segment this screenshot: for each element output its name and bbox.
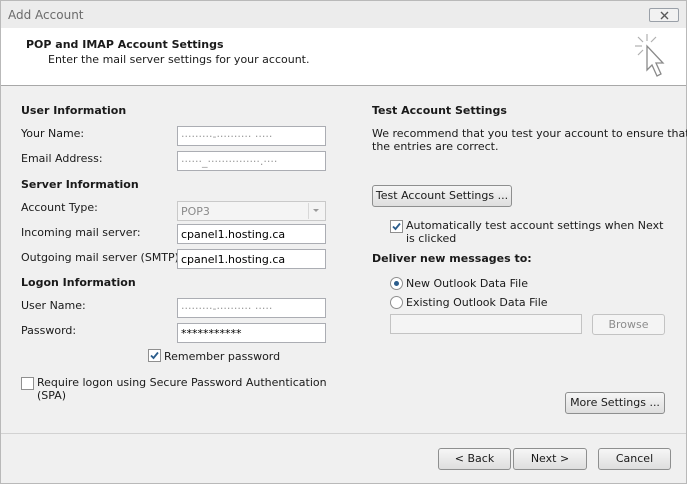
new-data-file-label: New Outlook Data File bbox=[406, 277, 528, 290]
test-description-line1: We recommend that you test your account … bbox=[372, 127, 687, 140]
test-settings-heading: Test Account Settings bbox=[372, 104, 507, 117]
your-name-input[interactable]: ·········-·········· ····· bbox=[177, 126, 326, 146]
email-address-input[interactable]: ······_···············.···· bbox=[177, 151, 326, 171]
checkmark-icon bbox=[150, 351, 159, 360]
user-name-input[interactable]: ·········-·········· ····· bbox=[177, 298, 326, 318]
back-button[interactable]: < Back bbox=[438, 448, 511, 470]
header-subtitle: Enter the mail server settings for your … bbox=[48, 53, 310, 66]
footer-divider bbox=[1, 433, 686, 434]
more-settings-button[interactable]: More Settings ... bbox=[565, 392, 665, 414]
your-name-label: Your Name: bbox=[21, 127, 85, 140]
account-type-label: Account Type: bbox=[21, 201, 98, 214]
outgoing-server-label: Outgoing mail server (SMTP): bbox=[21, 251, 183, 264]
next-button[interactable]: Next > bbox=[513, 448, 587, 470]
account-type-dropdown: POP3 bbox=[177, 201, 326, 221]
chevron-down-icon bbox=[313, 209, 319, 212]
test-account-settings-button[interactable]: Test Account Settings ... bbox=[372, 185, 512, 207]
spa-checkbox[interactable] bbox=[21, 377, 34, 390]
server-info-heading: Server Information bbox=[21, 178, 139, 191]
radio-selected-dot bbox=[394, 281, 399, 286]
auto-test-label-line2: is clicked bbox=[406, 232, 457, 245]
existing-data-file-label: Existing Outlook Data File bbox=[406, 296, 548, 309]
dropdown-arrow bbox=[308, 203, 324, 219]
password-input[interactable]: *********** bbox=[177, 323, 326, 343]
cursor-click-icon bbox=[635, 34, 665, 77]
auto-test-checkbox[interactable] bbox=[390, 220, 403, 233]
checkmark-icon bbox=[392, 222, 401, 231]
remember-password-label: Remember password bbox=[164, 350, 281, 363]
incoming-server-input[interactable]: cpanel1.hosting.ca bbox=[177, 224, 326, 244]
logon-info-heading: Logon Information bbox=[21, 276, 136, 289]
incoming-server-label: Incoming mail server: bbox=[21, 226, 141, 239]
close-icon bbox=[660, 11, 669, 20]
password-label: Password: bbox=[21, 324, 77, 337]
user-info-heading: User Information bbox=[21, 104, 127, 117]
new-data-file-radio[interactable] bbox=[390, 277, 403, 290]
close-button[interactable] bbox=[649, 8, 679, 22]
title-bar: Add Account bbox=[1, 1, 686, 28]
spa-label-line1: Require logon using Secure Password Auth… bbox=[37, 376, 327, 389]
outgoing-server-input[interactable]: cpanel1.hosting.ca bbox=[177, 249, 326, 269]
existing-data-file-radio[interactable] bbox=[390, 296, 403, 309]
account-type-value: POP3 bbox=[181, 205, 210, 218]
cancel-button[interactable]: Cancel bbox=[598, 448, 671, 470]
window-title: Add Account bbox=[8, 8, 84, 22]
remember-password-checkbox[interactable] bbox=[148, 349, 161, 362]
header-title: POP and IMAP Account Settings bbox=[26, 38, 224, 51]
email-address-label: Email Address: bbox=[21, 152, 103, 165]
header-panel: POP and IMAP Account Settings Enter the … bbox=[1, 28, 686, 86]
existing-data-file-path bbox=[390, 314, 582, 334]
auto-test-label-line1: Automatically test account settings when… bbox=[406, 219, 664, 232]
user-name-label: User Name: bbox=[21, 299, 86, 312]
add-account-dialog: Add Account POP and IMAP Account Setting… bbox=[0, 0, 687, 484]
spa-label-line2: (SPA) bbox=[37, 389, 67, 402]
deliver-heading: Deliver new messages to: bbox=[372, 252, 532, 265]
browse-button: Browse bbox=[592, 314, 665, 335]
test-description-line2: the entries are correct. bbox=[372, 140, 499, 153]
